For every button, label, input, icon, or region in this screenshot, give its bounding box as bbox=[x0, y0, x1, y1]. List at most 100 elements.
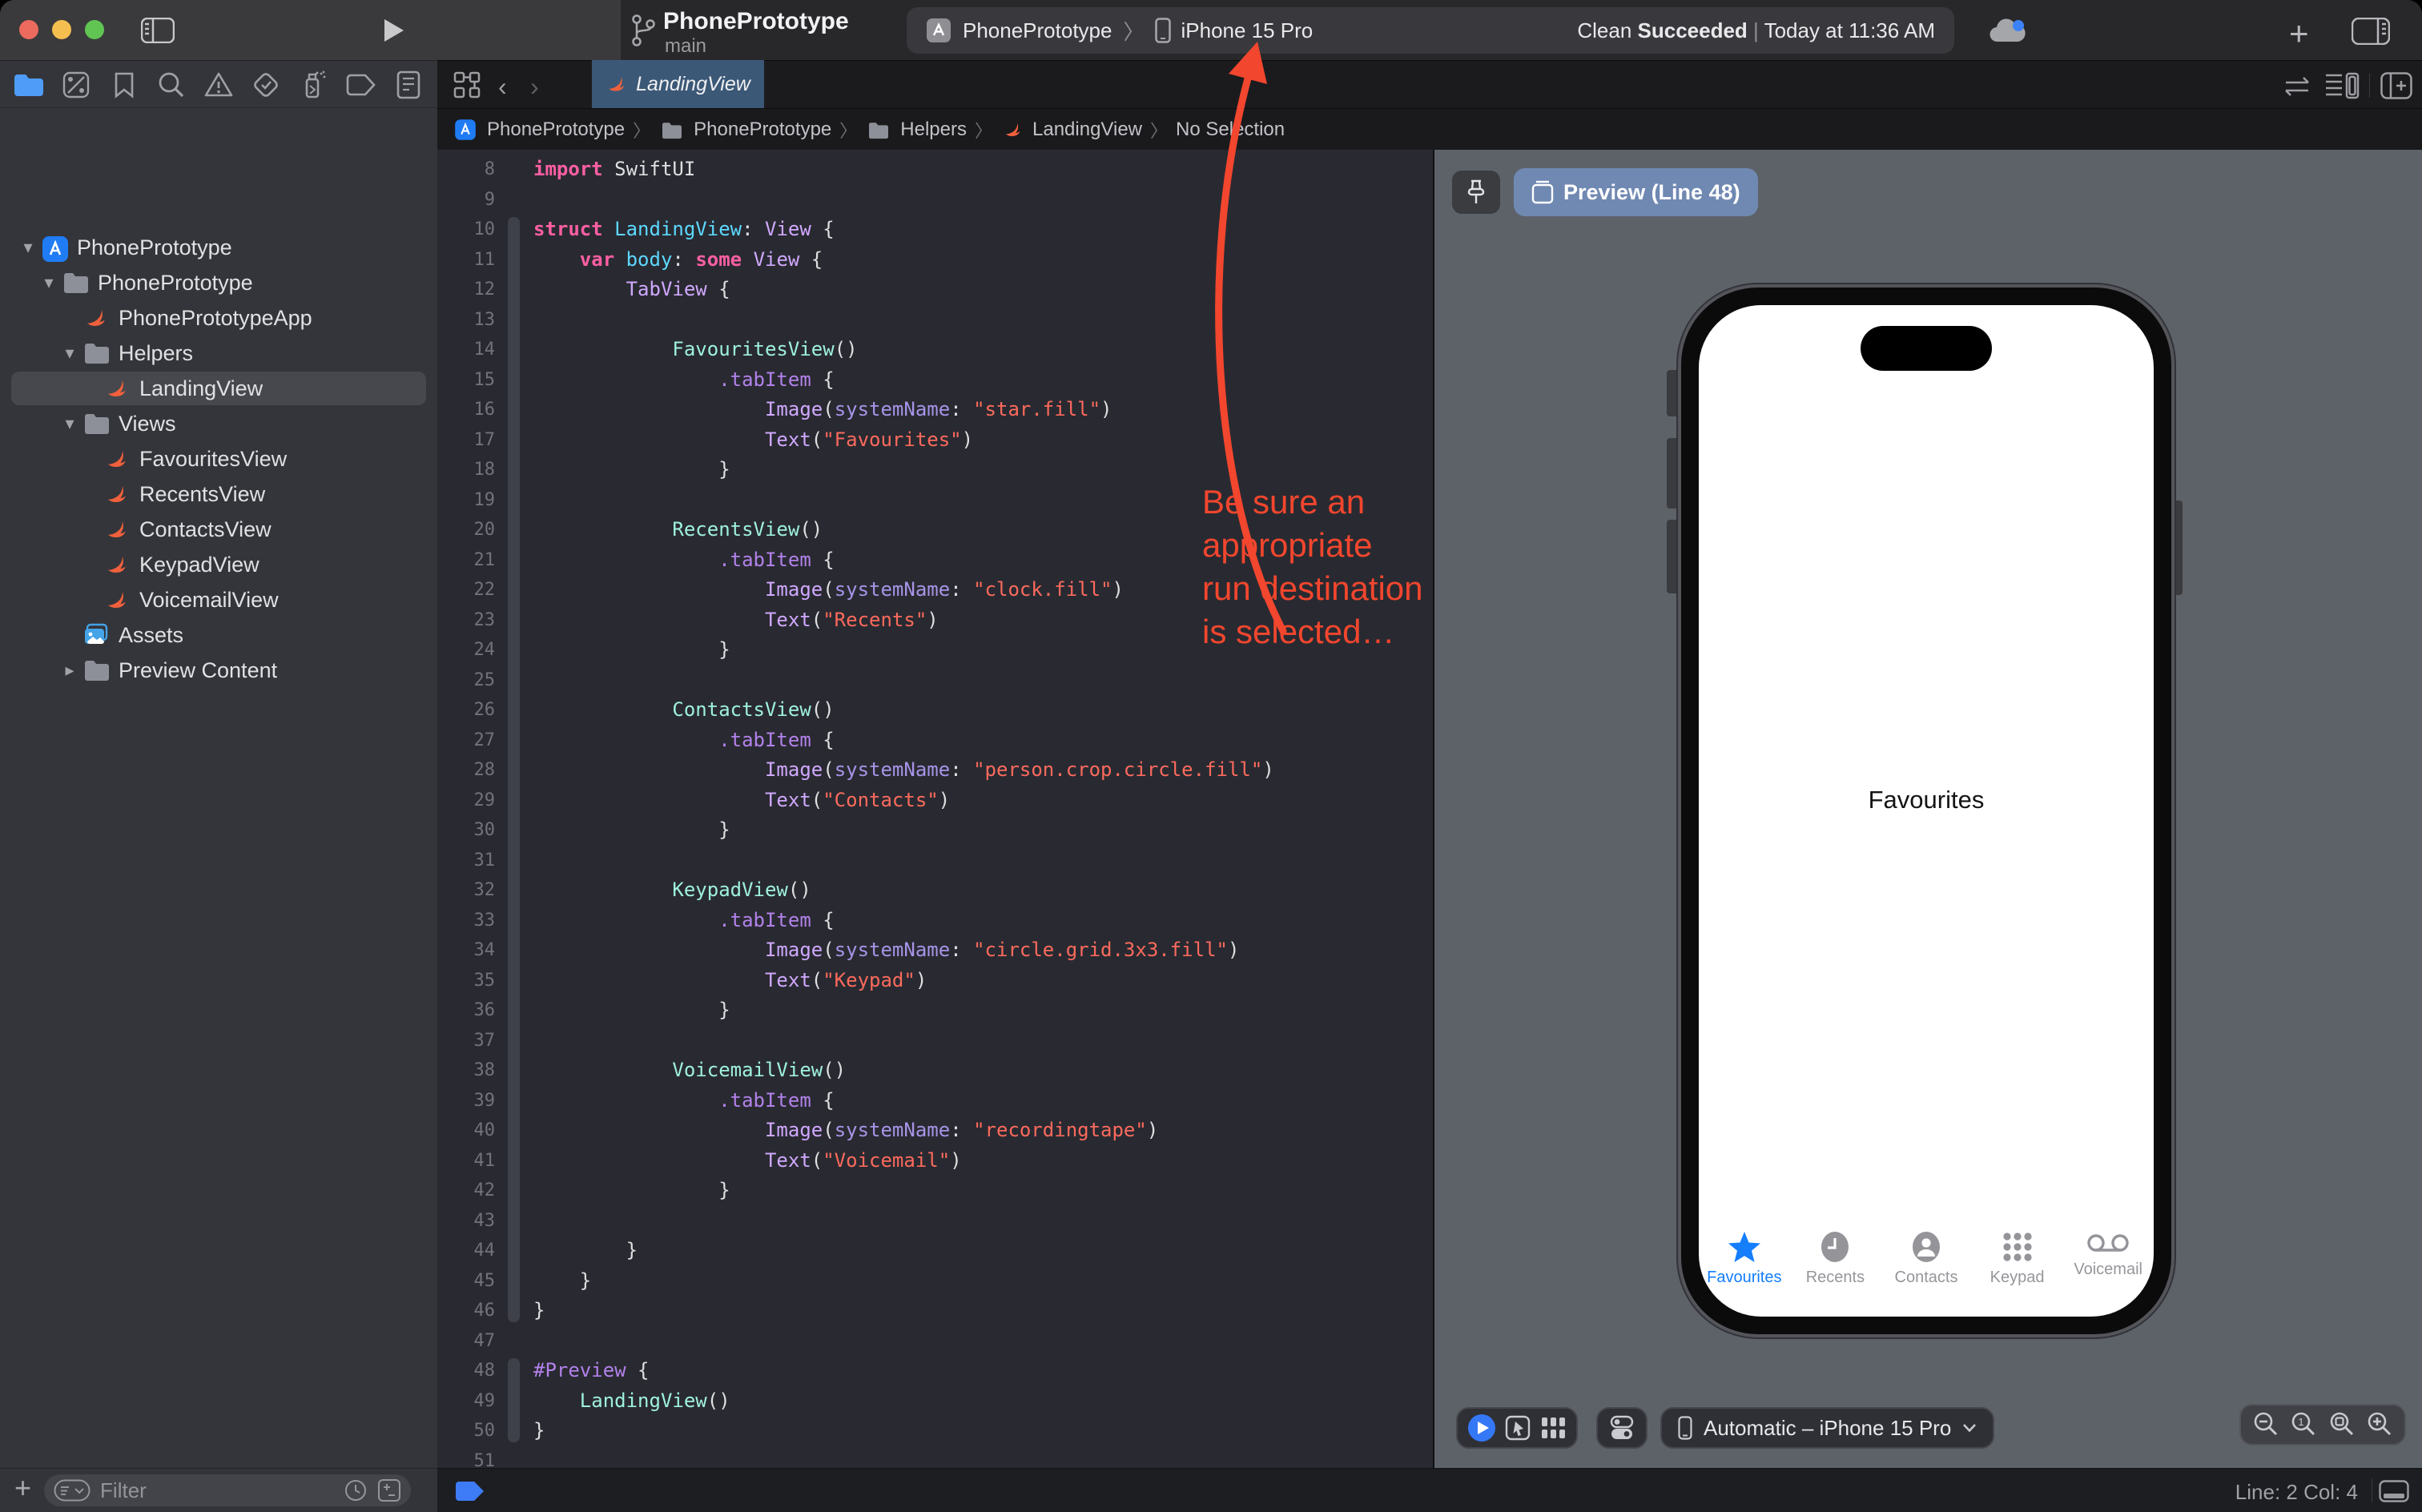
source-control-filter-icon[interactable] bbox=[377, 1478, 401, 1502]
tree-item-landingview[interactable]: LandingView bbox=[0, 371, 437, 406]
live-preview-button[interactable] bbox=[1467, 1413, 1496, 1442]
code-line-14[interactable]: FavouritesView() bbox=[533, 335, 1274, 365]
line-number[interactable]: 32 bbox=[437, 875, 498, 906]
breakpoint-toggle-icon[interactable] bbox=[455, 1481, 485, 1502]
minimize-window-button[interactable] bbox=[52, 20, 71, 39]
code-line-11[interactable]: var body: some View { bbox=[533, 245, 1274, 275]
chevron-down-icon[interactable]: ▾ bbox=[18, 237, 38, 258]
line-number[interactable]: 13 bbox=[437, 305, 498, 336]
code-line-49[interactable]: LandingView() bbox=[533, 1386, 1274, 1417]
find-navigator-icon[interactable] bbox=[154, 67, 189, 103]
code-line-13[interactable] bbox=[533, 305, 1274, 336]
recent-files-icon[interactable] bbox=[344, 1478, 368, 1502]
zoom-in-icon[interactable] bbox=[2366, 1411, 2393, 1438]
line-number[interactable]: 17 bbox=[437, 425, 498, 456]
code-line-33[interactable]: .tabItem { bbox=[533, 906, 1274, 936]
tests-navigator-icon[interactable] bbox=[248, 67, 284, 103]
add-tab-button[interactable]: + bbox=[2289, 14, 2309, 53]
build-status[interactable]: Clean Succeeded | Today at 11:36 AM bbox=[1577, 18, 1935, 43]
code-line-10[interactable]: struct LandingView: View { bbox=[533, 215, 1274, 245]
code-line-37[interactable] bbox=[533, 1026, 1274, 1056]
code-line-35[interactable]: Text("Keypad") bbox=[533, 966, 1274, 996]
pin-preview-button[interactable] bbox=[1452, 171, 1500, 214]
code-line-15[interactable]: .tabItem { bbox=[533, 365, 1274, 396]
selectable-preview-button[interactable] bbox=[1505, 1415, 1531, 1441]
swap-editor-icon[interactable] bbox=[2281, 75, 2313, 98]
line-number[interactable]: 35 bbox=[437, 966, 498, 996]
preview-mode-pill[interactable]: Preview (Line 48) bbox=[1514, 168, 1758, 216]
line-number[interactable]: 26 bbox=[437, 695, 498, 726]
breadcrumb-no-selection[interactable]: No Selection bbox=[1176, 119, 1285, 141]
line-number[interactable]: 21 bbox=[437, 545, 498, 576]
forward-button[interactable]: › bbox=[530, 72, 539, 102]
code-line-41[interactable]: Text("Voicemail") bbox=[533, 1146, 1274, 1176]
breakpoints-navigator-icon[interactable] bbox=[344, 67, 379, 103]
code-line-24[interactable]: } bbox=[533, 635, 1274, 666]
device-settings-button[interactable] bbox=[1596, 1407, 1648, 1449]
line-number[interactable]: 36 bbox=[437, 995, 498, 1026]
phone-tab-keypad[interactable]: Keypad bbox=[1972, 1230, 2063, 1287]
tree-item-phoneprototype[interactable]: ▾PhonePrototype bbox=[0, 230, 437, 265]
line-number[interactable]: 48 bbox=[437, 1356, 498, 1386]
line-number[interactable]: 41 bbox=[437, 1146, 498, 1176]
tree-item-keypadview[interactable]: KeypadView bbox=[0, 547, 437, 582]
code-line-28[interactable]: Image(systemName: "person.crop.circle.fi… bbox=[533, 755, 1274, 786]
run-button[interactable] bbox=[383, 18, 405, 43]
code-line-8[interactable]: import SwiftUI bbox=[533, 155, 1274, 185]
add-file-button[interactable]: + bbox=[14, 1471, 31, 1505]
tree-item-favouritesview[interactable]: FavouritesView bbox=[0, 441, 437, 477]
zoom-out-icon[interactable] bbox=[2252, 1411, 2279, 1438]
code-line-21[interactable]: .tabItem { bbox=[533, 545, 1274, 576]
line-number[interactable]: 45 bbox=[437, 1266, 498, 1297]
line-number[interactable]: 15 bbox=[437, 365, 498, 396]
code-line-22[interactable]: Image(systemName: "clock.fill") bbox=[533, 575, 1274, 605]
jump-bar[interactable]: PhonePrototype〉PhonePrototype〉Helpers〉La… bbox=[437, 108, 2422, 150]
code-line-30[interactable]: } bbox=[533, 815, 1274, 846]
scheme-project-label[interactable]: PhonePrototype bbox=[963, 18, 1112, 43]
chevron-down-icon[interactable]: ▾ bbox=[59, 413, 80, 434]
project-navigator-icon[interactable] bbox=[11, 67, 46, 103]
zoom-100-icon[interactable]: 1 bbox=[2290, 1411, 2317, 1438]
code-line-12[interactable]: TabView { bbox=[533, 275, 1274, 305]
code-line-36[interactable]: } bbox=[533, 995, 1274, 1026]
chevron-down-icon[interactable]: ▾ bbox=[38, 272, 59, 293]
code-line-48[interactable]: #Preview { bbox=[533, 1356, 1274, 1386]
line-number[interactable]: 24 bbox=[437, 635, 498, 666]
line-number[interactable]: 8 bbox=[437, 155, 498, 185]
line-number[interactable]: 33 bbox=[437, 906, 498, 936]
toggle-sidebar-icon[interactable] bbox=[141, 18, 175, 43]
close-window-button[interactable] bbox=[19, 20, 38, 39]
tree-item-voicemailview[interactable]: VoicemailView bbox=[0, 582, 437, 617]
code-line-17[interactable]: Text("Favourites") bbox=[533, 425, 1274, 456]
code-line-18[interactable]: } bbox=[533, 455, 1274, 485]
source-control-navigator-icon[interactable] bbox=[58, 67, 94, 103]
code-line-34[interactable]: Image(systemName: "circle.grid.3x3.fill"… bbox=[533, 935, 1274, 966]
code-line-16[interactable]: Image(systemName: "star.fill") bbox=[533, 395, 1274, 425]
line-number[interactable]: 27 bbox=[437, 726, 498, 756]
code-line-31[interactable] bbox=[533, 846, 1274, 876]
line-number[interactable]: 31 bbox=[437, 846, 498, 876]
editor-layout-icon[interactable] bbox=[2352, 18, 2390, 45]
toggle-debug-area-icon[interactable] bbox=[2379, 1480, 2409, 1502]
reports-navigator-icon[interactable] bbox=[391, 67, 426, 103]
zoom-window-button[interactable] bbox=[85, 20, 104, 39]
tree-item-contactsview[interactable]: ContactsView bbox=[0, 512, 437, 547]
chevron-down-icon[interactable]: ▾ bbox=[59, 343, 80, 364]
debug-navigator-icon[interactable] bbox=[296, 67, 332, 103]
line-number[interactable]: 37 bbox=[437, 1026, 498, 1056]
tree-item-phoneprototype[interactable]: ▾PhonePrototype bbox=[0, 265, 437, 300]
fold-ribbon-segment[interactable] bbox=[508, 1358, 520, 1442]
line-number[interactable]: 40 bbox=[437, 1116, 498, 1146]
line-number[interactable]: 20 bbox=[437, 515, 498, 545]
line-number[interactable]: 34 bbox=[437, 935, 498, 966]
code-line-19[interactable] bbox=[533, 485, 1274, 516]
code-line-20[interactable]: RecentsView() bbox=[533, 515, 1274, 545]
code-content[interactable]: import SwiftUI struct LandingView: View {… bbox=[533, 155, 1274, 1468]
related-items-icon[interactable] bbox=[453, 71, 481, 99]
tree-item-assets[interactable]: Assets bbox=[0, 617, 437, 653]
line-number[interactable]: 49 bbox=[437, 1386, 498, 1417]
line-number[interactable]: 22 bbox=[437, 575, 498, 605]
line-number[interactable]: 38 bbox=[437, 1056, 498, 1086]
code-line-46[interactable]: } bbox=[533, 1296, 1274, 1326]
source-editor[interactable]: 8910111213141516171819202122232425262728… bbox=[437, 150, 1433, 1468]
